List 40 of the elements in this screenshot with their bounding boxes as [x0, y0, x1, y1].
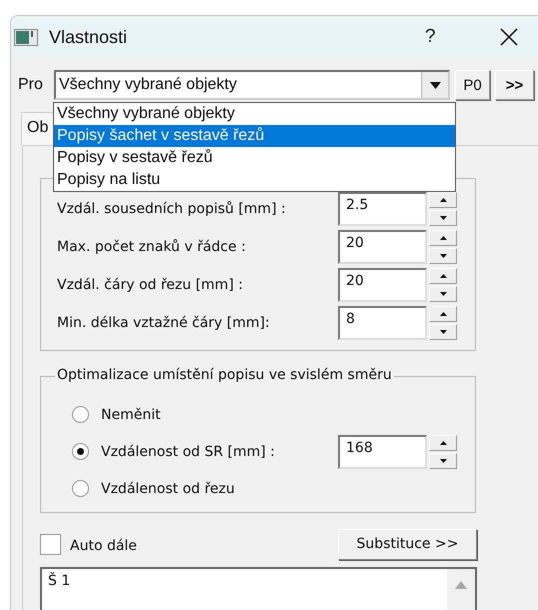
text-area[interactable]: Š 1 — [40, 567, 477, 610]
number-field[interactable]: 2.5 — [338, 192, 427, 226]
number-field[interactable]: 168 — [338, 434, 427, 468]
spin-buttons[interactable] — [429, 230, 457, 264]
spin-buttons[interactable] — [429, 434, 457, 468]
field-label: Vzdál. čáry od řezu [mm] : — [57, 277, 244, 293]
number-field[interactable]: 20 — [338, 230, 427, 264]
field-label: Min. délka vztažné čáry [mm]: — [57, 315, 271, 331]
toolbar-button[interactable]: P0 — [455, 70, 490, 100]
substitute-button[interactable]: Substituce >> — [338, 528, 477, 560]
radio-button[interactable] — [72, 480, 89, 497]
radio-button[interactable] — [72, 406, 89, 423]
window-icon — [14, 28, 38, 46]
number-field[interactable]: 20 — [338, 268, 427, 302]
toolbar-button[interactable]: >> — [495, 70, 534, 100]
for-label: Pro — [18, 76, 44, 94]
checkbox-label: Auto dále — [70, 538, 138, 554]
radio-button[interactable] — [72, 443, 89, 460]
scroll-bar[interactable] — [447, 569, 475, 610]
target-combo[interactable]: Všechny vybrané objekty — [54, 70, 450, 100]
option-label: Vzdálenost od řezu — [101, 480, 236, 496]
group-title: Optimalizace umístění popisu ve svislém směru — [55, 367, 394, 383]
number-field[interactable]: 8 — [338, 306, 427, 340]
field-label: Max. počet znaků v řádce : — [57, 239, 247, 255]
close-icon[interactable] — [500, 28, 518, 46]
dropdown-arrow-icon — [430, 82, 440, 88]
dropdown-item[interactable]: Popisy na listu — [54, 169, 455, 191]
checkbox[interactable] — [40, 534, 61, 554]
dropdown-item[interactable]: Popisy v sestavě řezů — [54, 147, 455, 169]
dropdown-item[interactable]: Popisy šachet v sestavě řezů — [54, 125, 455, 147]
spin-buttons[interactable] — [429, 306, 457, 340]
option-label: Vzdálenost od SR [mm] : — [101, 444, 276, 460]
field-label: Vzdál. sousedních popisů [mm] : — [57, 201, 287, 217]
tab[interactable]: Ob — [21, 112, 56, 145]
option-label: Neměnit — [101, 406, 162, 422]
spin-buttons[interactable] — [429, 268, 457, 302]
spin-buttons[interactable] — [429, 192, 457, 226]
help-button[interactable]: ? — [425, 26, 436, 48]
window-title: Vlastnosti — [49, 26, 128, 48]
dropdown-item[interactable]: Všechny vybrané objekty — [54, 103, 455, 125]
